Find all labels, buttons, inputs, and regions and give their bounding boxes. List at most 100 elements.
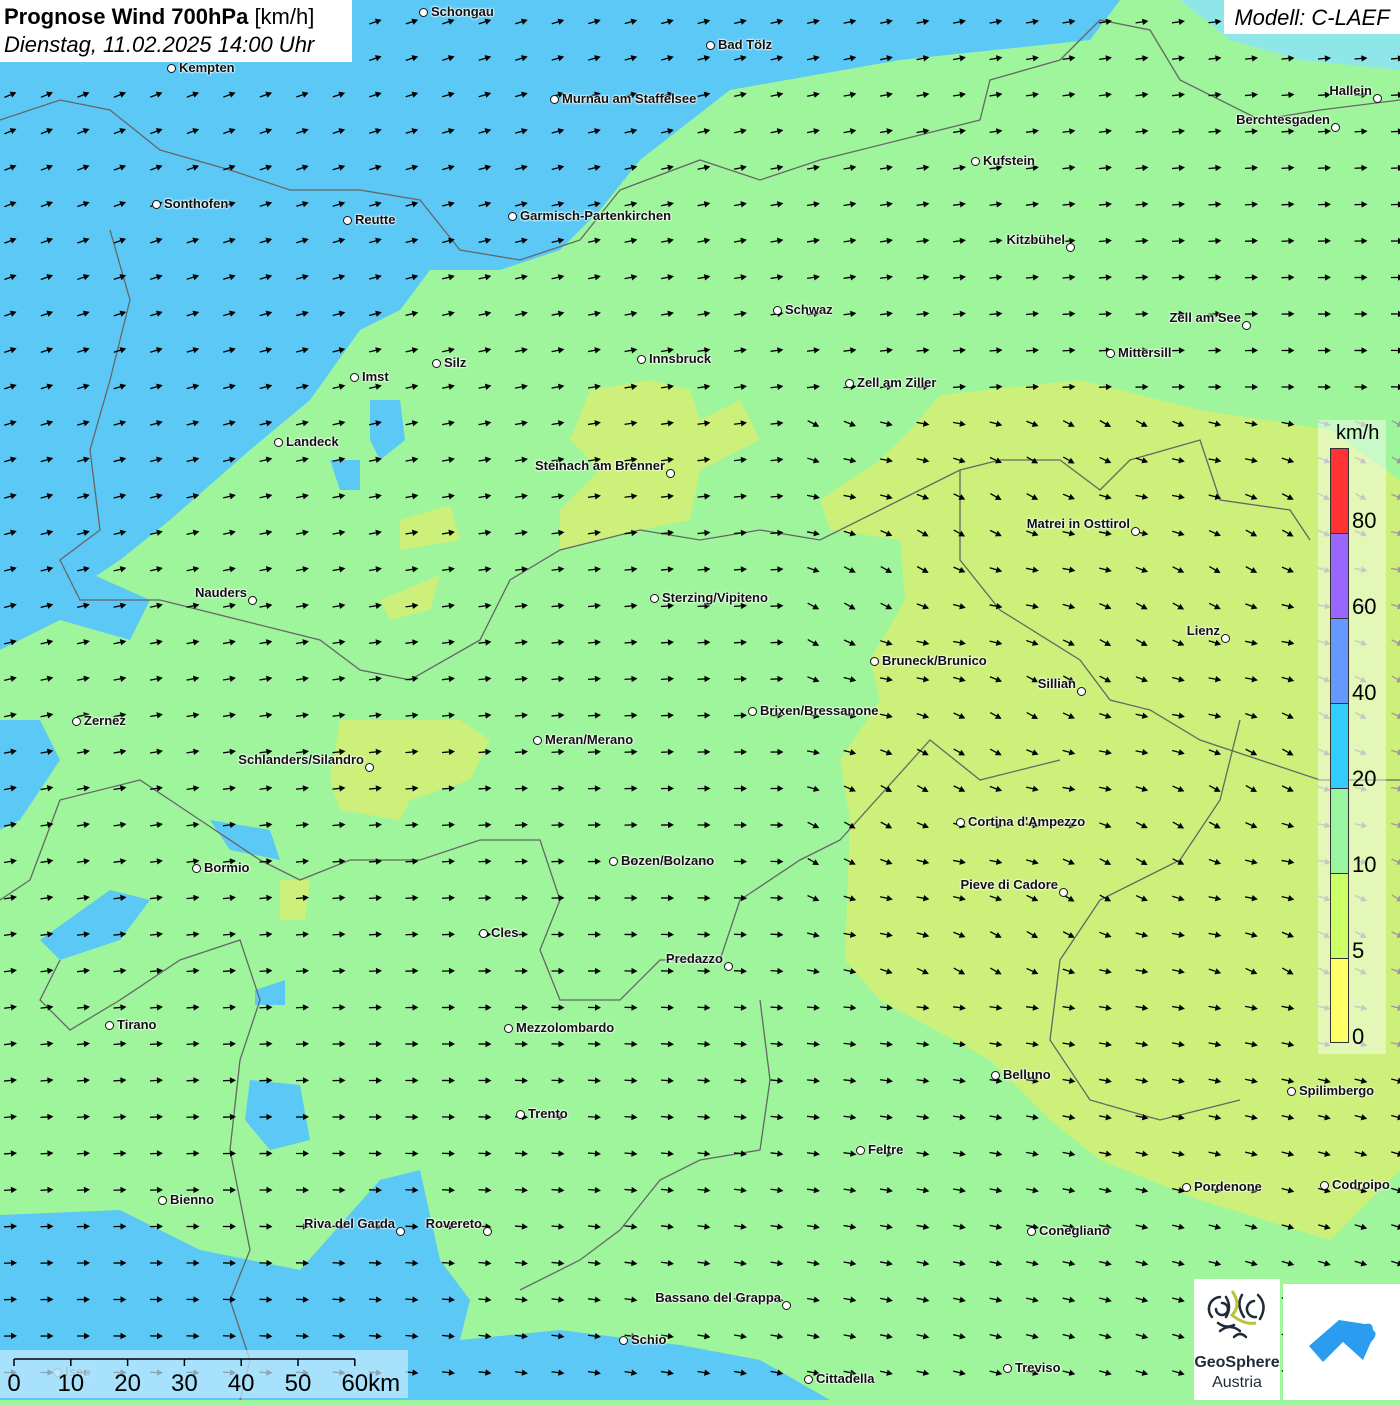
legend-swatch (1330, 618, 1349, 703)
city-label: Bormio (204, 860, 250, 875)
city-marker (167, 64, 176, 73)
city-marker (479, 929, 488, 938)
city-marker (1077, 687, 1086, 696)
city-marker (856, 1146, 865, 1155)
city-marker (350, 373, 359, 382)
scale-label: 20 (114, 1370, 141, 1398)
city-marker (870, 657, 879, 666)
legend-swatch (1330, 448, 1349, 533)
city-marker (274, 438, 283, 447)
city-marker (971, 157, 980, 166)
city-marker (619, 1336, 628, 1345)
city-label: Bozen/Bolzano (621, 853, 714, 868)
city-label: Codroipo (1332, 1177, 1390, 1192)
city-marker (1066, 243, 1075, 252)
city-label: Innsbruck (649, 351, 711, 366)
title-main: Prognose Wind 700hPa (4, 4, 248, 29)
city-marker (845, 379, 854, 388)
city-marker (508, 212, 517, 221)
city-label: Murnau am Staffelsee (562, 91, 696, 106)
color-legend: km/h 806040201050 (1318, 420, 1386, 1054)
city-marker (1003, 1364, 1012, 1373)
model-label: Modell: C-LAEF (1224, 0, 1400, 34)
city-marker (248, 596, 257, 605)
map-title: Prognose Wind 700hPa [km/h] (4, 2, 352, 31)
city-label: Silz (444, 355, 466, 370)
city-marker (956, 818, 965, 827)
legend-label: 10 (1352, 852, 1376, 878)
city-marker (637, 355, 646, 364)
scale-label: 30 (171, 1370, 198, 1398)
city-marker (1106, 349, 1115, 358)
city-label: Treviso (1015, 1360, 1061, 1375)
legend-swatch (1330, 788, 1349, 873)
scale-label: 50 (285, 1370, 312, 1398)
city-marker (343, 216, 352, 225)
city-marker (1027, 1227, 1036, 1236)
city-label: Schongau (431, 4, 494, 19)
city-label: Zell am Ziller (857, 375, 936, 390)
city-label: Trento (528, 1106, 568, 1121)
logo-text-austria: Austria (1194, 1374, 1280, 1392)
city-label: Mittersill (1118, 345, 1171, 360)
city-marker (419, 8, 428, 17)
city-label: Bassano del Grappa (655, 1290, 781, 1305)
city-marker (483, 1227, 492, 1236)
city-label: Sonthofen (164, 196, 228, 211)
legend-label: 60 (1352, 594, 1376, 620)
city-marker (158, 1196, 167, 1205)
geosphere-emblem-icon (1194, 1279, 1280, 1351)
city-label: Berchtesgaden (1236, 112, 1330, 127)
title-unit: [km/h] (254, 4, 314, 29)
city-marker (192, 864, 201, 873)
city-label: Cittadella (816, 1371, 875, 1386)
city-marker (991, 1071, 1000, 1080)
city-marker (650, 594, 659, 603)
city-label: Kitzbühel (1007, 232, 1066, 247)
city-label: Schlanders/Silandro (238, 752, 364, 767)
legend-swatch (1330, 958, 1349, 1043)
city-marker (365, 763, 374, 772)
city-label: Zell am See (1169, 310, 1241, 325)
city-label: Belluno (1003, 1067, 1051, 1082)
city-marker (516, 1110, 525, 1119)
city-marker (533, 736, 542, 745)
city-label: Pordenone (1194, 1179, 1262, 1194)
city-label: Mezzolombardo (516, 1020, 614, 1035)
city-label: Bad Tölz (718, 37, 772, 52)
city-marker (1320, 1181, 1329, 1190)
city-label: Schwaz (785, 302, 833, 317)
scale-bar: 0102030405060km (0, 1350, 408, 1398)
cloud-arrow-logo-icon (1283, 1284, 1400, 1400)
city-marker (396, 1227, 405, 1236)
scale-label: 60km (341, 1370, 400, 1398)
weather-app-logo[interactable] (1283, 1284, 1400, 1400)
city-label: Nauders (195, 585, 247, 600)
city-label: Imst (362, 369, 389, 384)
city-label: Sillian (1038, 676, 1076, 691)
legend-label: 40 (1352, 680, 1376, 706)
city-label: Hallein (1329, 83, 1372, 98)
city-label: Cortina d'Ampezzo (968, 814, 1085, 829)
city-label: Matrei in Osttirol (1027, 516, 1130, 531)
city-label: Feltre (868, 1142, 903, 1157)
city-label: Predazzo (666, 951, 723, 966)
city-label: Bienno (170, 1192, 214, 1207)
city-label: Riva del Garda (304, 1216, 395, 1231)
city-marker (72, 717, 81, 726)
city-marker (1182, 1183, 1191, 1192)
city-marker (724, 962, 733, 971)
scale-label: 0 (7, 1370, 20, 1398)
city-label: Tirano (117, 1017, 157, 1032)
city-marker (782, 1301, 791, 1310)
forecast-datetime: Dienstag, 11.02.2025 14:00 Uhr (4, 31, 352, 59)
scale-label: 40 (228, 1370, 255, 1398)
legend-swatch (1330, 533, 1349, 618)
city-marker (1131, 527, 1140, 536)
city-marker (1221, 634, 1230, 643)
city-marker (804, 1375, 813, 1384)
geosphere-austria-logo[interactable]: GeoSphere Austria (1194, 1279, 1280, 1400)
legend-swatch (1330, 703, 1349, 788)
city-marker (1242, 321, 1251, 330)
city-label: Zernez (84, 713, 126, 728)
